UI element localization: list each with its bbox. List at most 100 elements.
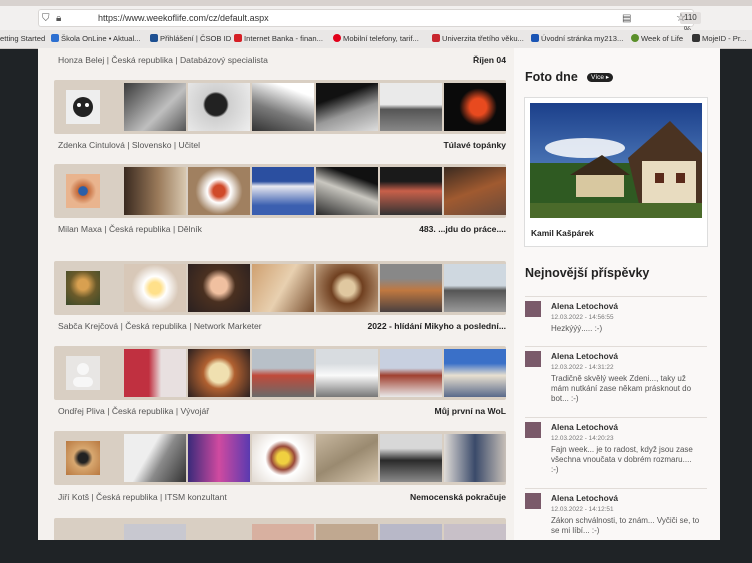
photo-thumbnail[interactable] — [252, 434, 314, 482]
more-button[interactable]: Více ▸ — [587, 73, 614, 82]
bookmark-getting-started[interactable]: etting Started — [0, 34, 45, 43]
photo-strip — [54, 518, 506, 540]
url-text[interactable]: https://www.weekoflife.com/cz/default.as… — [98, 13, 269, 23]
photo-thumbnail[interactable] — [124, 349, 186, 397]
author-meta[interactable]: Jiří Kotš | Česká republika | ITSM konzu… — [58, 492, 227, 502]
photo-thumbnail[interactable] — [252, 167, 314, 215]
star-icon[interactable]: ☆ — [676, 11, 686, 24]
photo-of-day-heading: Foto dne — [525, 70, 578, 84]
photo-thumbnail[interactable] — [380, 524, 442, 540]
bookmark-uvodni-stranka[interactable]: Úvodní stránka my213... — [531, 34, 623, 43]
post-date: 12.03.2022 - 14:56:55 — [551, 314, 614, 321]
post-avatar[interactable] — [525, 351, 541, 367]
author-meta[interactable]: Ondřej Pliva | Česká republika | Vývojář — [58, 406, 209, 416]
avatar-placeholder[interactable] — [66, 356, 100, 390]
post-author[interactable]: Alena Letochová — [551, 351, 618, 361]
photo-strip — [54, 164, 506, 218]
post-author[interactable]: Alena Letochová — [551, 301, 618, 311]
avatar[interactable] — [66, 441, 100, 475]
post-text: Fajn week... je to radost, když jsou zas… — [551, 445, 693, 474]
bookmark-skola-online[interactable]: Škola OnLine • Aktual... — [51, 34, 141, 43]
photo-thumbnail[interactable] — [124, 83, 186, 131]
photo-thumbnail[interactable] — [252, 83, 314, 131]
author-meta[interactable]: Milan Maxa | Česká republika | Dělník — [58, 224, 202, 234]
photo-thumbnail[interactable] — [252, 264, 314, 312]
lock-icon[interactable]: 🔒︎ — [56, 13, 61, 24]
photo-strip — [54, 261, 506, 315]
week-title[interactable]: Říjen 04 — [473, 55, 506, 65]
web-page: Honza Belej | Česká republika | Databázo… — [38, 48, 720, 540]
photo-thumbnail[interactable] — [188, 349, 250, 397]
bookmarks-bar: etting Started Škola OnLine • Aktual... … — [0, 30, 752, 49]
post-item[interactable]: Alena Letochová 12.03.2022 - 14:12:51 Zá… — [525, 488, 707, 540]
photo-thumbnail[interactable] — [316, 434, 378, 482]
post-avatar[interactable] — [525, 422, 541, 438]
photo-thumbnail[interactable] — [252, 349, 314, 397]
photo-thumbnail[interactable] — [124, 264, 186, 312]
avatar[interactable] — [66, 90, 100, 124]
week-title[interactable]: Nemocenská pokračuje — [410, 492, 506, 502]
vodafone-icon — [333, 34, 341, 42]
skola-icon — [51, 34, 59, 42]
post-author[interactable]: Alena Letochová — [551, 422, 618, 432]
photo-author[interactable]: Kamil Kašpárek — [531, 228, 594, 238]
reader-view-icon[interactable]: ▤ — [622, 13, 631, 24]
week-title[interactable]: Túlavé topánky — [443, 140, 506, 150]
post-avatar[interactable] — [525, 493, 541, 509]
photo-thumbnail[interactable] — [316, 349, 378, 397]
photo-thumbnail[interactable] — [316, 83, 378, 131]
photo-thumbnail[interactable] — [380, 434, 442, 482]
author-meta[interactable]: Honza Belej | Česká republika | Databázo… — [58, 55, 268, 65]
bookmark-mojeid[interactable]: MojeID - Pr... — [692, 34, 746, 43]
avatar[interactable] — [66, 271, 100, 305]
photo-thumbnail[interactable] — [316, 524, 378, 540]
author-meta[interactable]: Sabča Krejčová | Česká republika | Netwo… — [58, 321, 262, 331]
bookmark-week-of-life[interactable]: Week of Life — [631, 34, 683, 43]
post-author[interactable]: Alena Letochová — [551, 493, 618, 503]
photo-thumbnail[interactable] — [444, 264, 506, 312]
bookmark-csob[interactable]: Přihlášení | ČSOB ID — [150, 34, 231, 43]
photo-thumbnail[interactable] — [380, 349, 442, 397]
photo-thumbnail[interactable] — [444, 524, 506, 540]
photo-thumbnail[interactable] — [444, 167, 506, 215]
photo-thumbnail[interactable] — [316, 167, 378, 215]
post-text: Tradičně skvělý week Zdeni..., taky už m… — [551, 374, 692, 403]
shield-icon[interactable]: ⛉ — [42, 13, 50, 24]
bookmark-univerzita[interactable]: Univerzita třetího věku... — [432, 34, 524, 43]
photo-of-day[interactable] — [530, 103, 702, 218]
photo-thumbnail[interactable] — [444, 83, 506, 131]
bank-icon — [234, 34, 242, 42]
photo-thumbnail[interactable] — [124, 434, 186, 482]
author-meta[interactable]: Zdenka Cintulová | Slovensko | Učitel — [58, 140, 200, 150]
photo-thumbnail[interactable] — [444, 434, 506, 482]
week-title[interactable]: 2022 - hlídání Mikyho a poslední... — [368, 321, 507, 331]
post-avatar[interactable] — [525, 301, 541, 317]
photo-thumbnail[interactable] — [380, 264, 442, 312]
photo-thumbnail[interactable] — [316, 264, 378, 312]
photo-thumbnail[interactable] — [380, 167, 442, 215]
photo-of-day-card[interactable]: Kamil Kašpárek — [525, 98, 707, 246]
photo-thumbnail[interactable] — [252, 524, 314, 540]
photo-strip — [54, 431, 506, 485]
photo-thumbnail[interactable] — [124, 167, 186, 215]
photo-thumbnail[interactable] — [188, 83, 250, 131]
photo-thumbnail[interactable] — [380, 83, 442, 131]
post-item[interactable]: Alena Letochová 12.03.2022 - 14:20:23 Fa… — [525, 417, 707, 482]
week-title[interactable]: Můj první na WoL — [435, 406, 506, 416]
photo-thumbnail[interactable] — [188, 264, 250, 312]
week-title[interactable]: 483. ...jdu do práce.... — [419, 224, 506, 234]
photo-thumbnail[interactable] — [444, 349, 506, 397]
sidebar: Foto dne Více ▸ Kamil Kašpárek Nejnovějš… — [514, 48, 720, 540]
bookmark-mobilni-telefony[interactable]: Mobilní telefony, tarif... — [333, 34, 419, 43]
avatar[interactable] — [66, 174, 100, 208]
post-date: 12.03.2022 - 14:31:22 — [551, 364, 614, 371]
bookmark-internet-banka[interactable]: Internet Banka - finan... — [234, 34, 323, 43]
my213-icon — [531, 34, 539, 42]
post-date: 12.03.2022 - 14:12:51 — [551, 506, 614, 513]
photo-thumbnail[interactable] — [124, 524, 186, 540]
photo-thumbnail[interactable] — [188, 167, 250, 215]
feed-column: Honza Belej | Česká republika | Databázo… — [38, 48, 514, 540]
address-bar[interactable]: ⛉ 🔒︎ https://www.weekoflife.com/cz/defau… — [38, 9, 701, 34]
post-item[interactable]: Alena Letochová 12.03.2022 - 14:31:22 Tr… — [525, 346, 707, 411]
photo-thumbnail[interactable] — [188, 434, 250, 482]
